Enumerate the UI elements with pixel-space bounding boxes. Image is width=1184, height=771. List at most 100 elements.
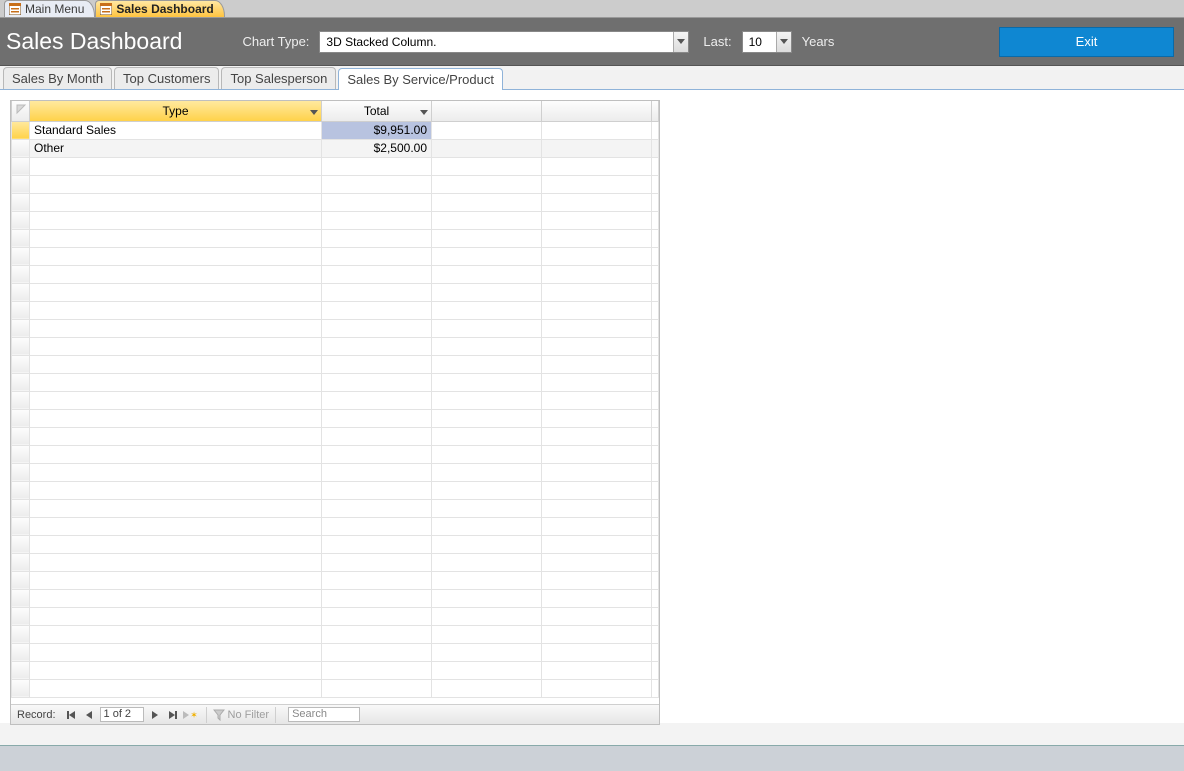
cell-blank <box>432 319 542 337</box>
cell-blank[interactable] <box>432 121 542 139</box>
row-selector[interactable] <box>12 571 30 589</box>
row-selector[interactable] <box>12 301 30 319</box>
cell-blank[interactable] <box>652 139 659 157</box>
cell-blank <box>30 301 322 319</box>
tab-label: Top Customers <box>123 71 210 86</box>
column-menu-button[interactable] <box>310 104 318 118</box>
column-header-label: Total <box>364 104 389 118</box>
cell-blank <box>322 337 432 355</box>
row-selector[interactable] <box>12 589 30 607</box>
cell-blank <box>432 643 542 661</box>
cell-blank[interactable] <box>542 121 652 139</box>
row-selector[interactable] <box>12 247 30 265</box>
cell-blank <box>432 373 542 391</box>
nav-prev-button[interactable] <box>81 707 97 723</box>
cell-blank <box>30 643 322 661</box>
column-header-total[interactable]: Total <box>322 101 432 121</box>
cell-blank <box>652 643 659 661</box>
doc-tab-main-menu[interactable]: Main Menu <box>4 0 95 17</box>
search-input[interactable]: Search <box>288 707 360 722</box>
tab-top-salesperson[interactable]: Top Salesperson <box>221 67 336 89</box>
row-selector[interactable] <box>12 499 30 517</box>
cell-total[interactable]: $2,500.00 <box>322 139 432 157</box>
table-row[interactable]: Standard Sales$9,951.00 <box>12 121 659 139</box>
nav-next-button[interactable] <box>147 707 163 723</box>
column-header-blank[interactable] <box>432 101 542 121</box>
cell-blank <box>322 553 432 571</box>
last-dropdown-button[interactable] <box>776 32 791 52</box>
datasheet-grid[interactable]: Type Total Standard Sales$9,951.00Other$… <box>11 101 659 704</box>
cell-blank <box>322 607 432 625</box>
nav-last-button[interactable] <box>165 707 181 723</box>
row-selector[interactable] <box>12 427 30 445</box>
column-header-blank[interactable] <box>652 101 659 121</box>
row-selector[interactable] <box>12 679 30 697</box>
row-selector[interactable] <box>12 391 30 409</box>
cell-total[interactable]: $9,951.00 <box>322 121 432 139</box>
cell-blank <box>30 463 322 481</box>
row-selector[interactable] <box>12 211 30 229</box>
cell-blank[interactable] <box>652 121 659 139</box>
cell-blank[interactable] <box>432 139 542 157</box>
row-selector[interactable] <box>12 193 30 211</box>
cell-type[interactable]: Other <box>30 139 322 157</box>
last-value: 10 <box>743 32 776 52</box>
cell-blank <box>30 337 322 355</box>
cell-blank <box>322 571 432 589</box>
row-selector[interactable] <box>12 175 30 193</box>
tab-top-customers[interactable]: Top Customers <box>114 67 219 89</box>
empty-row <box>12 373 659 391</box>
row-selector[interactable] <box>12 625 30 643</box>
row-selector[interactable] <box>12 373 30 391</box>
row-selector[interactable] <box>12 409 30 427</box>
tab-sales-by-service-product[interactable]: Sales By Service/Product <box>338 68 503 90</box>
row-selector[interactable] <box>12 229 30 247</box>
last-years-combo[interactable]: 10 <box>742 31 792 53</box>
column-header-blank[interactable] <box>542 101 652 121</box>
cell-blank <box>30 571 322 589</box>
form-icon <box>100 3 112 15</box>
row-selector[interactable] <box>12 265 30 283</box>
doc-tab-sales-dashboard[interactable]: Sales Dashboard <box>95 0 224 17</box>
table-row[interactable]: Other$2,500.00 <box>12 139 659 157</box>
row-selector[interactable] <box>12 445 30 463</box>
cell-type[interactable]: Standard Sales <box>30 121 322 139</box>
cell-blank <box>432 607 542 625</box>
row-selector[interactable] <box>12 517 30 535</box>
row-selector[interactable] <box>12 355 30 373</box>
chart-type-dropdown-button[interactable] <box>673 32 688 52</box>
row-selector[interactable] <box>12 319 30 337</box>
row-selector[interactable] <box>12 553 30 571</box>
exit-button[interactable]: Exit <box>999 27 1174 57</box>
row-selector[interactable] <box>12 139 30 157</box>
nav-first-button[interactable] <box>63 707 79 723</box>
cell-blank <box>322 175 432 193</box>
cell-blank[interactable] <box>542 139 652 157</box>
empty-row <box>12 553 659 571</box>
status-bar <box>0 745 1184 771</box>
nav-new-record-button[interactable]: ✶ <box>183 707 199 723</box>
chart-type-combo[interactable]: 3D Stacked Column. <box>319 31 689 53</box>
row-selector[interactable] <box>12 157 30 175</box>
row-selector[interactable] <box>12 463 30 481</box>
row-selector[interactable] <box>12 643 30 661</box>
select-all-corner[interactable] <box>12 101 30 121</box>
row-selector[interactable] <box>12 121 30 139</box>
column-header-type[interactable]: Type <box>30 101 322 121</box>
row-selector[interactable] <box>12 481 30 499</box>
filter-indicator[interactable]: No Filter <box>213 709 270 721</box>
record-position[interactable]: 1 of 2 <box>100 707 144 722</box>
cell-blank <box>322 463 432 481</box>
row-selector[interactable] <box>12 535 30 553</box>
tab-sales-by-month[interactable]: Sales By Month <box>3 67 112 89</box>
cell-blank <box>432 175 542 193</box>
cell-blank <box>322 283 432 301</box>
row-selector[interactable] <box>12 337 30 355</box>
empty-row <box>12 427 659 445</box>
empty-row <box>12 661 659 679</box>
column-menu-button[interactable] <box>420 104 428 118</box>
cell-blank <box>322 409 432 427</box>
row-selector[interactable] <box>12 283 30 301</box>
row-selector[interactable] <box>12 607 30 625</box>
row-selector[interactable] <box>12 661 30 679</box>
